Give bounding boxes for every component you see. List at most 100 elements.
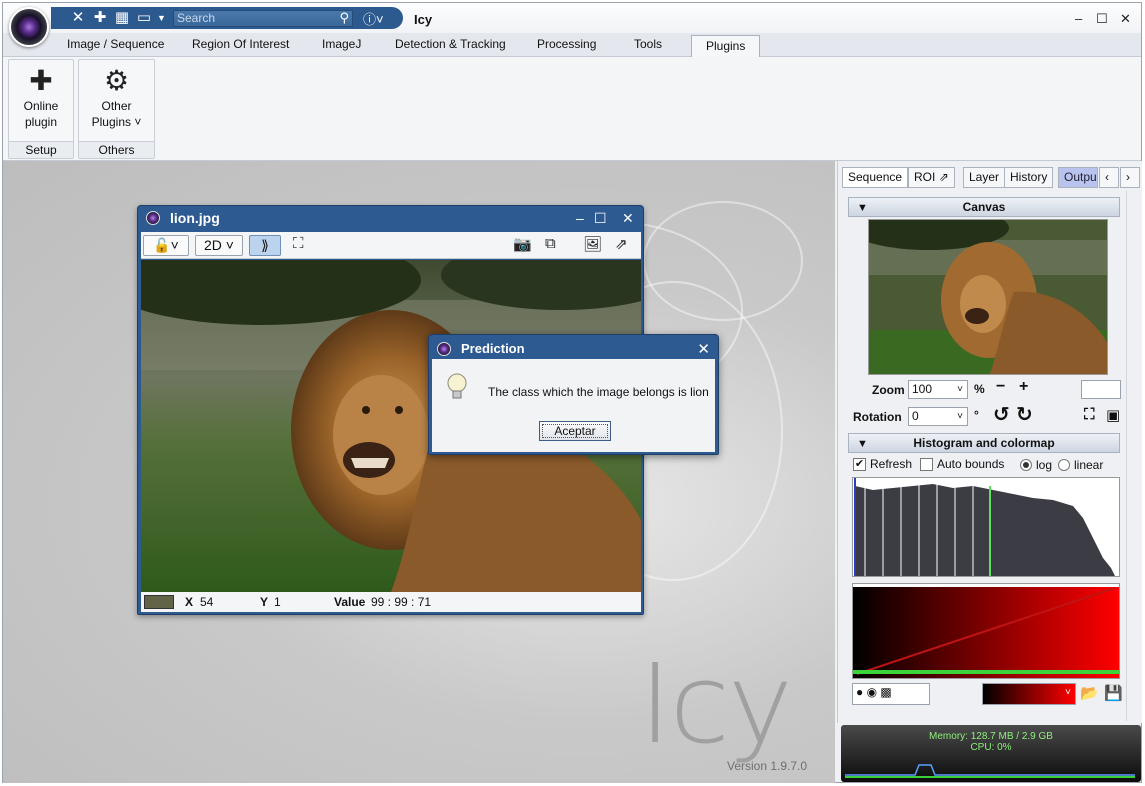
viewer-toolbar: 🔓˅ 2D ˅ ⟫ ⛶ 📷 ⧉ 🖼 ⇗ xyxy=(141,232,641,259)
extra-field[interactable] xyxy=(1081,380,1121,399)
linear-label: linear xyxy=(1074,458,1104,472)
tab-sequence[interactable]: Sequence xyxy=(842,167,909,188)
online-plugin-button[interactable]: ✚ Online plugin xyxy=(9,64,73,130)
search-input[interactable]: Search ⚲ xyxy=(173,9,353,27)
viewer-status-bar: X 54 Y 1 Value 99 : 99 : 71 xyxy=(141,592,641,612)
dialog-close-button[interactable]: ✕ xyxy=(697,340,710,358)
gear-icon: ⚙ xyxy=(103,65,130,96)
colormap-select[interactable]: ˅ xyxy=(982,683,1076,705)
sync-icon[interactable]: ⟫ xyxy=(249,235,281,256)
zoom-label: Zoom xyxy=(872,383,905,397)
zoom-out-icon[interactable]: − xyxy=(996,378,1005,396)
tab-plugins[interactable]: Plugins xyxy=(691,35,761,58)
icy-watermark: Icy xyxy=(639,640,793,768)
rotation-select[interactable]: 0 ˅ xyxy=(908,407,968,426)
rotate-left-icon[interactable]: ↺ xyxy=(993,402,1010,427)
empty-box-icon xyxy=(920,457,933,471)
radio-off-icon xyxy=(1058,459,1070,471)
other-plugins-button[interactable]: ⚙ Other Plugins ˅ xyxy=(79,64,154,130)
mode-select[interactable]: 2D ˅ xyxy=(195,235,243,256)
tab-output[interactable]: Outpu xyxy=(1058,167,1098,188)
tab-image-sequence[interactable]: Image / Sequence xyxy=(67,37,164,51)
colormap-curve xyxy=(853,584,1119,675)
tab-roi[interactable]: ROI ⇗ xyxy=(908,167,955,188)
x-label: X xyxy=(185,595,194,609)
fit-icon[interactable]: ⛶ xyxy=(293,235,304,252)
log-label: log xyxy=(1036,458,1053,472)
tab-layer[interactable]: Layer xyxy=(963,167,1006,188)
ribbon-group-others: ⚙ Other Plugins ˅ Others xyxy=(78,59,155,159)
tools-icon[interactable]: ✕ xyxy=(69,9,87,27)
histogram-chart[interactable] xyxy=(852,477,1120,577)
zoom-in-icon[interactable]: + xyxy=(1019,378,1028,396)
save-icon[interactable]: 💾 xyxy=(1104,684,1123,702)
rotation-label: Rotation xyxy=(853,410,902,424)
desktop-area: Icy Version 1.9.7.0 lion.jpg – ☐ ✕ 🔓˅ 2D… xyxy=(3,161,835,783)
close-button[interactable]: ✕ xyxy=(1120,11,1131,27)
viewer-close-button[interactable]: ✕ xyxy=(622,210,634,227)
rotation-value: 0 xyxy=(912,409,919,423)
inspector-scrollbar[interactable] xyxy=(1126,191,1142,721)
minimize-button[interactable]: – xyxy=(1075,11,1082,26)
histogram-section-header[interactable]: ▼ Histogram and colormap xyxy=(848,433,1120,453)
colormap-editor[interactable] xyxy=(852,583,1120,679)
icy-mini-icon xyxy=(146,211,160,225)
histogram-bars xyxy=(854,478,1115,576)
viewer-title-text: lion.jpg xyxy=(170,210,220,226)
tab-tools[interactable]: Tools xyxy=(634,37,662,51)
mode-value: 2D xyxy=(204,237,222,253)
linear-radio[interactable]: linear xyxy=(1058,458,1103,472)
icy-logo-button[interactable] xyxy=(9,7,49,47)
radio-on-icon xyxy=(1020,459,1032,471)
other-plugins-label-2: Plugins xyxy=(91,115,131,129)
viewer-minimize-button[interactable]: – xyxy=(576,210,584,226)
open-folder-icon[interactable]: 📂 xyxy=(1080,684,1099,702)
memory-text: Memory: 128.7 MB / 2.9 GB xyxy=(929,731,1053,742)
log-radio[interactable]: log xyxy=(1020,458,1052,472)
maximize-button[interactable]: ☐ xyxy=(1096,11,1108,27)
lock-icon[interactable]: 🔓˅ xyxy=(143,235,189,256)
search-placeholder: Search xyxy=(177,10,216,25)
group-label-setup: Setup xyxy=(9,141,73,158)
refresh-label: Refresh xyxy=(870,457,913,471)
center-icon[interactable]: ▣ xyxy=(1106,406,1120,424)
zoom-select[interactable]: 100 ˅ xyxy=(908,380,968,399)
image-icon[interactable]: 🖼 xyxy=(583,235,602,253)
external-link-icon: ⇗ xyxy=(938,170,949,184)
histogram-header-text: Histogram and colormap xyxy=(913,436,1055,450)
window-icon[interactable]: ▭ xyxy=(135,9,153,27)
tab-processing[interactable]: Processing xyxy=(537,37,596,51)
chevron-down-icon[interactable]: ▼ xyxy=(157,9,166,27)
external-link-icon[interactable]: ⇗ xyxy=(615,235,628,253)
tab-history[interactable]: History xyxy=(1004,167,1054,188)
background-swirl xyxy=(643,201,803,321)
info-icon[interactable]: ⓘ˅ xyxy=(363,9,384,28)
rotate-right-icon[interactable]: ↻ xyxy=(1016,402,1033,427)
prediction-dialog[interactable]: Prediction ✕ The class which the image b… xyxy=(428,334,719,455)
accept-button[interactable]: Aceptar xyxy=(539,421,611,441)
icy-main-window: ✕ ✚ ▦ ▭ ▼ Search ⚲ ⓘ˅ Icy – ☐ ✕ Image / … xyxy=(2,2,1142,783)
autobounds-checkbox[interactable]: Auto bounds xyxy=(920,457,1004,471)
tab-scroll-right-icon[interactable]: › xyxy=(1120,167,1140,188)
fit-canvas-icon[interactable]: ⛶ xyxy=(1084,406,1095,423)
online-plugin-label-2: plugin xyxy=(24,115,58,129)
viewer-maximize-button[interactable]: ☐ xyxy=(594,210,607,227)
search-icon[interactable]: ⚲ xyxy=(339,10,349,25)
tab-scroll-left-icon[interactable]: ‹ xyxy=(1099,167,1119,188)
tab-region-of-interest[interactable]: Region Of Interest xyxy=(192,37,289,51)
duplicate-icon[interactable]: ⧉ xyxy=(545,235,556,252)
refresh-checkbox[interactable]: ✔ Refresh xyxy=(853,457,912,471)
canvas-preview[interactable] xyxy=(868,219,1108,375)
tab-imagej[interactable]: ImageJ xyxy=(322,37,361,51)
chevron-down-icon: ˅ xyxy=(957,384,963,395)
plugin-icon[interactable]: ✚ xyxy=(91,9,109,27)
colormap-type-icons[interactable]: ● ◉ ▩ xyxy=(852,683,930,705)
ribbon-panel: ✚ Online plugin Setup ⚙ Other Plugins ˅ … xyxy=(3,57,1141,161)
camera-icon[interactable]: 📷 xyxy=(513,235,532,253)
cpu-text: CPU: 0% xyxy=(970,742,1012,753)
canvas-section-header[interactable]: ▼ Canvas xyxy=(848,197,1120,217)
collapse-icon: ▼ xyxy=(857,202,868,214)
tab-detection-tracking[interactable]: Detection & Tracking xyxy=(395,37,506,51)
quick-access-toolbar: ✕ ✚ ▦ ▭ ▼ Search ⚲ ⓘ˅ xyxy=(51,7,403,29)
layout-icon[interactable]: ▦ xyxy=(113,9,131,27)
